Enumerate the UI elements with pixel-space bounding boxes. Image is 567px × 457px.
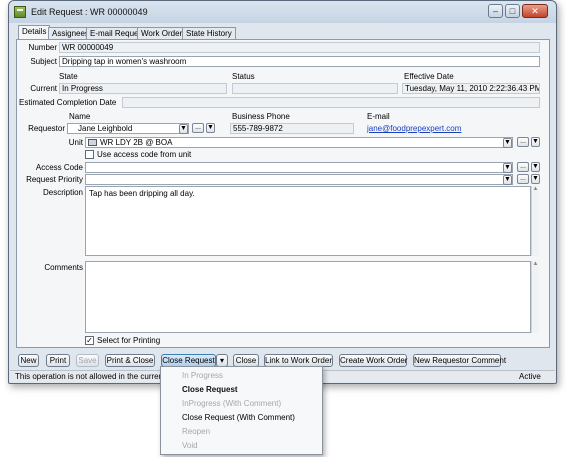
number-label: Number (28, 43, 57, 52)
state-header: State (59, 72, 78, 81)
comments-textarea[interactable] (85, 261, 531, 333)
requestor-phone-field: 555-789-9872 (230, 123, 354, 134)
new-button[interactable]: New (18, 354, 39, 367)
tab-details[interactable]: Details (18, 25, 51, 40)
create-work-order-button[interactable]: Create Work Order (339, 354, 407, 367)
comments-scrollbar[interactable]: ▲ (531, 261, 539, 333)
access-code-browse-button[interactable]: ... (517, 162, 529, 172)
menu-item-inprogress-with-comment[interactable]: InProgress (With Comment) (161, 397, 322, 410)
maximize-icon[interactable]: □ (505, 4, 520, 18)
menu-item-void[interactable]: Void (161, 439, 322, 452)
print-close-button[interactable]: Print & Close (105, 354, 155, 367)
use-access-code-checkbox[interactable] (85, 150, 94, 159)
use-access-code-label: Use access code from unit (97, 150, 192, 159)
status-header: Status (232, 72, 255, 81)
menu-item-close-request-with-comment[interactable]: Close Request (With Comment) (161, 411, 322, 424)
number-field: WR 00000049 (59, 42, 540, 53)
subject-label: Subject (30, 57, 57, 66)
status-field (232, 83, 398, 94)
state-field: In Progress (59, 83, 227, 94)
unit-icon (88, 139, 97, 146)
requestor-name-field[interactable]: Jane Leighbold (67, 123, 189, 134)
select-for-printing-label: Select for Printing (97, 336, 161, 345)
unit-label: Unit (68, 138, 83, 147)
unit-browse-button[interactable]: ... (517, 137, 529, 147)
requestor-label: Requestor (28, 124, 65, 133)
description-scrollbar[interactable]: ▲ (531, 186, 539, 256)
menu-item-reopen[interactable]: Reopen (161, 425, 322, 438)
unit-menu-icon[interactable]: ▼ (531, 137, 540, 147)
subject-input[interactable]: Dripping tap in women's washroom (59, 56, 540, 67)
request-priority-label: Request Priority (26, 175, 83, 184)
access-code-field[interactable] (85, 162, 513, 173)
access-code-menu-icon[interactable]: ▼ (531, 162, 540, 172)
comments-label: Comments (44, 263, 83, 272)
est-completion-label: Estimated Completion Date (19, 98, 117, 107)
requestor-browse-button[interactable]: ... (192, 123, 204, 133)
est-completion-field (122, 97, 540, 108)
access-code-label: Access Code (35, 163, 83, 172)
current-label: Current (30, 84, 57, 93)
unit-field[interactable]: WR LDY 2B @ BOA (85, 137, 513, 148)
name-header: Name (69, 112, 91, 121)
status-mode: Active (519, 372, 541, 381)
business-phone-header: Business Phone (232, 112, 290, 121)
select-for-printing-checkbox[interactable]: ✓ (85, 336, 94, 345)
new-requestor-comment-button[interactable]: New Requestor Comment (413, 354, 506, 367)
unit-dropdown-icon[interactable]: ▼ (503, 138, 512, 148)
effective-date-header: Effective Date (404, 72, 454, 81)
close-icon[interactable]: ✕ (522, 4, 548, 18)
title-bar: Edit Request : WR 00000049 – □ ✕ (9, 1, 556, 23)
menu-item-in-progress[interactable]: In Progress (161, 369, 322, 382)
description-textarea[interactable]: Tap has been dripping all day. (85, 186, 531, 256)
close-request-menu: In Progress Close Request InProgress (Wi… (160, 366, 323, 455)
effective-date-field: Tuesday, May 11, 2010 2:22:36.43 PM (402, 83, 540, 94)
priority-dropdown-icon[interactable]: ▼ (503, 175, 512, 185)
requestor-dropdown-icon[interactable]: ▼ (179, 124, 188, 134)
menu-item-close-request[interactable]: Close Request (161, 383, 322, 396)
description-label: Description (42, 188, 83, 197)
save-button[interactable]: Save (76, 354, 99, 367)
print-button[interactable]: Print (46, 354, 70, 367)
priority-menu-icon[interactable]: ▼ (531, 174, 540, 184)
app-icon (14, 6, 26, 18)
requestor-menu-icon[interactable]: ▼ (206, 123, 215, 133)
minimize-icon[interactable]: – (488, 4, 503, 18)
details-panel: Number WR 00000049 Subject Dripping tap … (16, 39, 550, 348)
edit-request-window: Edit Request : WR 00000049 – □ ✕ Details… (8, 0, 557, 384)
email-header: E-mail (367, 112, 390, 121)
request-priority-field[interactable] (85, 174, 513, 185)
window-title: Edit Request : WR 00000049 (31, 7, 148, 17)
access-code-dropdown-icon[interactable]: ▼ (503, 163, 512, 173)
priority-browse-button[interactable]: ... (517, 174, 529, 184)
requestor-email-link[interactable]: jane@foodprepexpert.com (367, 124, 461, 133)
